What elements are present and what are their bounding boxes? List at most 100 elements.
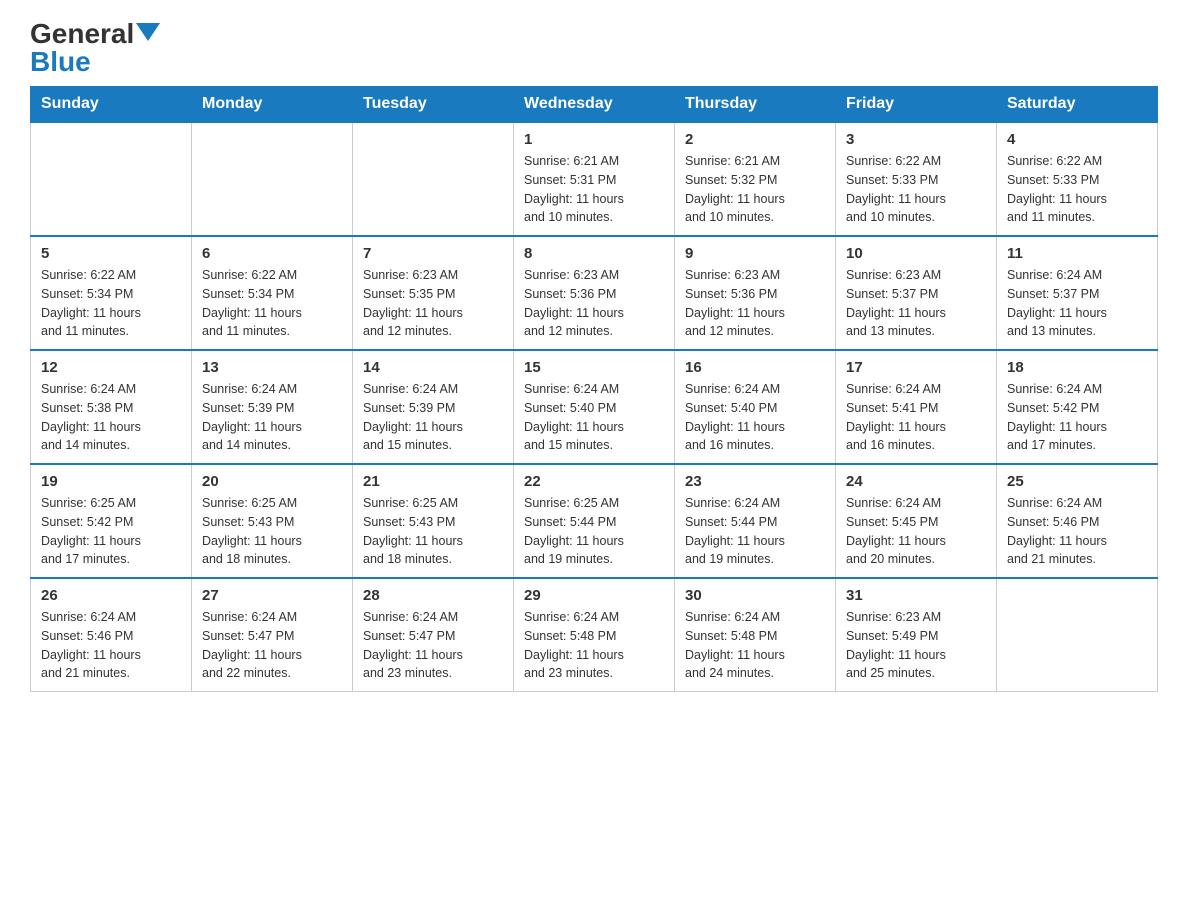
calendar-week-3: 12 Sunrise: 6:24 AM Sunset: 5:38 PM Dayli… xyxy=(31,350,1158,464)
calendar-cell-w3-d1: 12 Sunrise: 6:24 AM Sunset: 5:38 PM Dayli… xyxy=(31,350,192,464)
day-number: 27 xyxy=(202,587,342,604)
logo-blue-text: Blue xyxy=(30,48,160,76)
day-number: 9 xyxy=(685,245,825,262)
calendar-week-2: 5 Sunrise: 6:22 AM Sunset: 5:34 PM Daylig… xyxy=(31,236,1158,350)
day-info: Sunrise: 6:25 AM Sunset: 5:42 PM Dayligh… xyxy=(41,494,181,569)
day-number: 13 xyxy=(202,359,342,376)
day-number: 25 xyxy=(1007,473,1147,490)
calendar-cell-w2-d3: 7 Sunrise: 6:23 AM Sunset: 5:35 PM Daylig… xyxy=(353,236,514,350)
calendar-cell-w1-d4: 1 Sunrise: 6:21 AM Sunset: 5:31 PM Daylig… xyxy=(514,122,675,236)
calendar-cell-w4-d3: 21 Sunrise: 6:25 AM Sunset: 5:43 PM Dayli… xyxy=(353,464,514,578)
calendar-cell-w3-d4: 15 Sunrise: 6:24 AM Sunset: 5:40 PM Dayli… xyxy=(514,350,675,464)
day-info: Sunrise: 6:23 AM Sunset: 5:37 PM Dayligh… xyxy=(846,266,986,341)
logo-general-text: General xyxy=(30,20,134,48)
day-number: 18 xyxy=(1007,359,1147,376)
day-info: Sunrise: 6:24 AM Sunset: 5:44 PM Dayligh… xyxy=(685,494,825,569)
header-tuesday: Tuesday xyxy=(353,87,514,123)
day-number: 28 xyxy=(363,587,503,604)
day-number: 8 xyxy=(524,245,664,262)
day-number: 12 xyxy=(41,359,181,376)
header-friday: Friday xyxy=(836,87,997,123)
day-info: Sunrise: 6:24 AM Sunset: 5:40 PM Dayligh… xyxy=(524,380,664,455)
calendar-cell-w5-d1: 26 Sunrise: 6:24 AM Sunset: 5:46 PM Dayli… xyxy=(31,578,192,692)
calendar-cell-w2-d2: 6 Sunrise: 6:22 AM Sunset: 5:34 PM Daylig… xyxy=(192,236,353,350)
day-number: 24 xyxy=(846,473,986,490)
day-number: 20 xyxy=(202,473,342,490)
calendar-cell-w2-d1: 5Sunrise: 6:22 AM Sunset: 5:34 PM Daylig… xyxy=(31,236,192,350)
day-info: Sunrise: 6:22 AM Sunset: 5:33 PM Dayligh… xyxy=(1007,152,1147,227)
day-number: 4 xyxy=(1007,131,1147,148)
calendar-cell-w1-d1 xyxy=(31,122,192,236)
day-number: 19 xyxy=(41,473,181,490)
calendar-cell-w5-d2: 27 Sunrise: 6:24 AM Sunset: 5:47 PM Dayli… xyxy=(192,578,353,692)
day-info: Sunrise: 6:25 AM Sunset: 5:44 PM Dayligh… xyxy=(524,494,664,569)
calendar-cell-w4-d6: 24Sunrise: 6:24 AM Sunset: 5:45 PM Dayli… xyxy=(836,464,997,578)
calendar-cell-w4-d4: 22 Sunrise: 6:25 AM Sunset: 5:44 PM Dayli… xyxy=(514,464,675,578)
day-info: Sunrise: 6:22 AM Sunset: 5:33 PM Dayligh… xyxy=(846,152,986,227)
calendar-table: SundayMondayTuesdayWednesdayThursdayFrid… xyxy=(30,86,1158,692)
day-number: 29 xyxy=(524,587,664,604)
calendar-cell-w5-d3: 28 Sunrise: 6:24 AM Sunset: 5:47 PM Dayli… xyxy=(353,578,514,692)
calendar-cell-w2-d5: 9Sunrise: 6:23 AM Sunset: 5:36 PM Daylig… xyxy=(675,236,836,350)
header-wednesday: Wednesday xyxy=(514,87,675,123)
day-number: 17 xyxy=(846,359,986,376)
calendar-cell-w3-d2: 13 Sunrise: 6:24 AM Sunset: 5:39 PM Dayli… xyxy=(192,350,353,464)
calendar-header-row: SundayMondayTuesdayWednesdayThursdayFrid… xyxy=(31,87,1158,123)
day-info: Sunrise: 6:24 AM Sunset: 5:46 PM Dayligh… xyxy=(1007,494,1147,569)
header-thursday: Thursday xyxy=(675,87,836,123)
calendar-cell-w5-d4: 29 Sunrise: 6:24 AM Sunset: 5:48 PM Dayli… xyxy=(514,578,675,692)
calendar-cell-w4-d1: 19 Sunrise: 6:25 AM Sunset: 5:42 PM Dayli… xyxy=(31,464,192,578)
calendar-cell-w3-d5: 16Sunrise: 6:24 AM Sunset: 5:40 PM Dayli… xyxy=(675,350,836,464)
header-saturday: Saturday xyxy=(997,87,1158,123)
day-number: 11 xyxy=(1007,245,1147,262)
calendar-cell-w1-d6: 3 Sunrise: 6:22 AM Sunset: 5:33 PM Daylig… xyxy=(836,122,997,236)
day-number: 31 xyxy=(846,587,986,604)
day-number: 22 xyxy=(524,473,664,490)
day-info: Sunrise: 6:24 AM Sunset: 5:37 PM Dayligh… xyxy=(1007,266,1147,341)
calendar-week-1: 1 Sunrise: 6:21 AM Sunset: 5:31 PM Daylig… xyxy=(31,122,1158,236)
day-info: Sunrise: 6:24 AM Sunset: 5:47 PM Dayligh… xyxy=(202,608,342,683)
calendar-week-4: 19 Sunrise: 6:25 AM Sunset: 5:42 PM Dayli… xyxy=(31,464,1158,578)
day-info: Sunrise: 6:24 AM Sunset: 5:39 PM Dayligh… xyxy=(202,380,342,455)
day-number: 30 xyxy=(685,587,825,604)
calendar-cell-w1-d3 xyxy=(353,122,514,236)
day-info: Sunrise: 6:24 AM Sunset: 5:48 PM Dayligh… xyxy=(685,608,825,683)
day-info: Sunrise: 6:23 AM Sunset: 5:49 PM Dayligh… xyxy=(846,608,986,683)
day-number: 21 xyxy=(363,473,503,490)
day-info: Sunrise: 6:24 AM Sunset: 5:38 PM Dayligh… xyxy=(41,380,181,455)
day-number: 15 xyxy=(524,359,664,376)
calendar-cell-w1-d7: 4 Sunrise: 6:22 AM Sunset: 5:33 PM Daylig… xyxy=(997,122,1158,236)
logo-triangle-icon xyxy=(136,23,160,41)
day-info: Sunrise: 6:21 AM Sunset: 5:31 PM Dayligh… xyxy=(524,152,664,227)
page-header: General Blue xyxy=(30,20,1158,76)
header-monday: Monday xyxy=(192,87,353,123)
calendar-cell-w4-d2: 20Sunrise: 6:25 AM Sunset: 5:43 PM Dayli… xyxy=(192,464,353,578)
day-info: Sunrise: 6:24 AM Sunset: 5:48 PM Dayligh… xyxy=(524,608,664,683)
day-number: 5 xyxy=(41,245,181,262)
calendar-cell-w4-d7: 25 Sunrise: 6:24 AM Sunset: 5:46 PM Dayli… xyxy=(997,464,1158,578)
calendar-cell-w1-d2 xyxy=(192,122,353,236)
day-number: 1 xyxy=(524,131,664,148)
header-sunday: Sunday xyxy=(31,87,192,123)
day-info: Sunrise: 6:24 AM Sunset: 5:46 PM Dayligh… xyxy=(41,608,181,683)
day-number: 16 xyxy=(685,359,825,376)
day-number: 3 xyxy=(846,131,986,148)
day-number: 10 xyxy=(846,245,986,262)
calendar-week-5: 26 Sunrise: 6:24 AM Sunset: 5:46 PM Dayli… xyxy=(31,578,1158,692)
day-number: 6 xyxy=(202,245,342,262)
calendar-cell-w2-d6: 10 Sunrise: 6:23 AM Sunset: 5:37 PM Dayli… xyxy=(836,236,997,350)
day-info: Sunrise: 6:25 AM Sunset: 5:43 PM Dayligh… xyxy=(363,494,503,569)
day-info: Sunrise: 6:21 AM Sunset: 5:32 PM Dayligh… xyxy=(685,152,825,227)
calendar-cell-w2-d7: 11 Sunrise: 6:24 AM Sunset: 5:37 PM Dayli… xyxy=(997,236,1158,350)
calendar-cell-w5-d6: 31 Sunrise: 6:23 AM Sunset: 5:49 PM Dayli… xyxy=(836,578,997,692)
day-info: Sunrise: 6:22 AM Sunset: 5:34 PM Dayligh… xyxy=(202,266,342,341)
day-number: 26 xyxy=(41,587,181,604)
day-info: Sunrise: 6:24 AM Sunset: 5:47 PM Dayligh… xyxy=(363,608,503,683)
day-number: 23 xyxy=(685,473,825,490)
day-number: 7 xyxy=(363,245,503,262)
day-info: Sunrise: 6:23 AM Sunset: 5:35 PM Dayligh… xyxy=(363,266,503,341)
calendar-cell-w4-d5: 23 Sunrise: 6:24 AM Sunset: 5:44 PM Dayli… xyxy=(675,464,836,578)
day-info: Sunrise: 6:23 AM Sunset: 5:36 PM Dayligh… xyxy=(524,266,664,341)
day-number: 14 xyxy=(363,359,503,376)
calendar-cell-w5-d5: 30 Sunrise: 6:24 AM Sunset: 5:48 PM Dayli… xyxy=(675,578,836,692)
